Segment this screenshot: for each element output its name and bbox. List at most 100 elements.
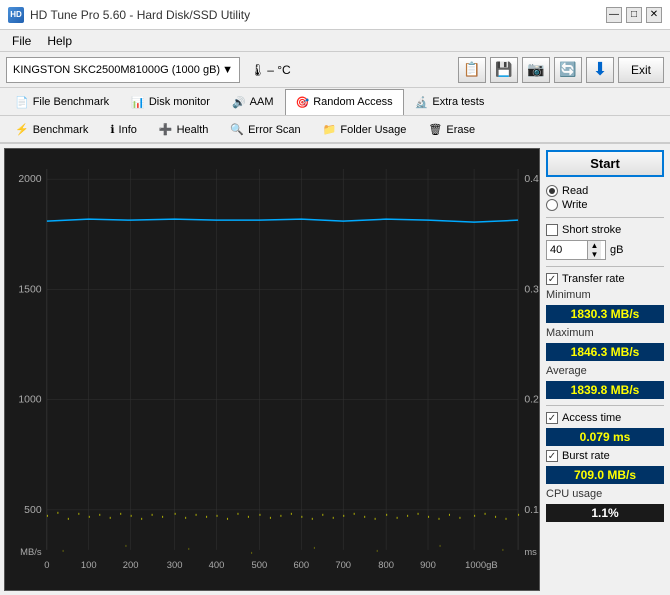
short-stroke-checkbox[interactable]: [546, 224, 558, 236]
svg-text:MB/s: MB/s: [20, 547, 42, 557]
svg-text:900: 900: [420, 560, 436, 570]
svg-text:0.10: 0.10: [524, 505, 539, 516]
benchmark-icon: ⚡: [15, 123, 29, 136]
file-benchmark-icon: 📄: [15, 96, 29, 109]
svg-text:2000: 2000: [18, 174, 42, 185]
svg-text:500: 500: [24, 505, 42, 516]
tab-benchmark[interactable]: ⚡ Benchmark: [4, 116, 99, 142]
tab-error-scan[interactable]: 🔍 Error Scan: [219, 116, 311, 142]
thermometer-icon: 🌡: [250, 63, 265, 77]
info-icon: ℹ: [110, 123, 114, 136]
window-title: HD Tune Pro 5.60 - Hard Disk/SSD Utility: [30, 8, 250, 22]
title-bar: HD HD Tune Pro 5.60 - Hard Disk/SSD Util…: [0, 0, 670, 30]
svg-text:1000: 1000: [18, 395, 42, 406]
maximum-label: Maximum: [546, 327, 664, 339]
toolbar-btn-5[interactable]: ⬇: [586, 57, 614, 83]
toolbar-btn-4[interactable]: 🔄: [554, 57, 582, 83]
menu-help[interactable]: Help: [39, 32, 80, 50]
svg-text:800: 800: [378, 560, 394, 570]
toolbar-btn-1[interactable]: 📋: [458, 57, 486, 83]
tab-erase[interactable]: 🗑 Erase: [417, 116, 486, 142]
window-controls: — □ ✕: [606, 7, 662, 23]
write-radio[interactable]: Write: [546, 199, 664, 211]
stroke-spinbox[interactable]: 40 ▲ ▼: [546, 240, 606, 260]
maximize-button[interactable]: □: [626, 7, 642, 23]
temperature-value: – °C: [267, 63, 290, 77]
spinbox-input[interactable]: 40: [547, 243, 587, 257]
tab-aam[interactable]: 🔊 AAM: [221, 89, 285, 115]
minimize-button[interactable]: —: [606, 7, 622, 23]
exit-button[interactable]: Exit: [618, 57, 664, 83]
minimum-label: Minimum: [546, 289, 664, 301]
random-access-icon: 🎯: [296, 96, 310, 109]
tab-random-access[interactable]: 🎯 Random Access: [285, 89, 404, 115]
device-name: KINGSTON SKC2500M81000G (1000 gB): [13, 64, 220, 76]
average-label: Average: [546, 365, 664, 377]
tab-info[interactable]: ℹ Info: [99, 116, 148, 142]
read-radio-button[interactable]: [546, 185, 558, 197]
access-time-value: 0.079 ms: [546, 428, 664, 446]
temperature-display: 🌡 – °C: [244, 61, 297, 79]
svg-text:600: 600: [293, 560, 309, 570]
svg-text:1000gB: 1000gB: [465, 560, 497, 570]
menu-file[interactable]: File: [4, 32, 39, 50]
chart-area: 2000 1500 1000 500 MB/s 0.40 0.30 0.20 0…: [4, 148, 540, 591]
start-button[interactable]: Start: [546, 150, 664, 177]
toolbar-btn-3[interactable]: 📷: [522, 57, 550, 83]
write-label: Write: [562, 199, 587, 211]
tab-health[interactable]: ➕ Health: [148, 116, 220, 142]
disk-monitor-icon: 📊: [131, 96, 145, 109]
top-tab-bar: 📄 File Benchmark 📊 Disk monitor 🔊 AAM 🎯 …: [0, 88, 670, 116]
write-radio-button[interactable]: [546, 199, 558, 211]
minimum-value: 1830.3 MB/s: [546, 305, 664, 323]
close-button[interactable]: ✕: [646, 7, 662, 23]
read-label: Read: [562, 185, 588, 197]
read-write-group: Read Write: [546, 185, 664, 211]
error-scan-icon: 🔍: [230, 123, 244, 136]
svg-text:300: 300: [167, 560, 183, 570]
toolbar-btn-2[interactable]: 💾: [490, 57, 518, 83]
transfer-rate-checkbox-item[interactable]: ✓ Transfer rate: [546, 273, 664, 285]
burst-rate-checkbox[interactable]: ✓: [546, 450, 558, 462]
access-time-label: Access time: [562, 412, 621, 424]
spinbox-down-arrow[interactable]: ▼: [587, 250, 601, 259]
erase-icon: 🗑: [428, 123, 442, 136]
toolbar: KINGSTON SKC2500M81000G (1000 gB) ▼ 🌡 – …: [0, 52, 670, 88]
svg-text:500: 500: [252, 560, 268, 570]
svg-text:1500: 1500: [18, 285, 42, 296]
bottom-tab-bar: ⚡ Benchmark ℹ Info ➕ Health 🔍 Error Scan…: [0, 116, 670, 144]
folder-usage-icon: 📁: [323, 123, 337, 136]
spinbox-up-arrow[interactable]: ▲: [587, 241, 601, 250]
burst-rate-checkbox-item[interactable]: ✓ Burst rate: [546, 450, 664, 462]
right-panel: Start Read Write Short stroke 40: [540, 144, 670, 595]
cpu-usage-label: CPU usage: [546, 488, 664, 500]
burst-rate-value: 709.0 MB/s: [546, 466, 664, 484]
svg-text:0.30: 0.30: [524, 285, 539, 296]
svg-text:ms: ms: [524, 547, 537, 557]
short-stroke-checkbox-item[interactable]: Short stroke: [546, 224, 664, 236]
maximum-value: 1846.3 MB/s: [546, 343, 664, 361]
svg-text:0.40: 0.40: [524, 174, 539, 185]
svg-text:0.20: 0.20: [524, 395, 539, 406]
tab-disk-monitor[interactable]: 📊 Disk monitor: [120, 89, 221, 115]
read-radio[interactable]: Read: [546, 185, 664, 197]
cpu-usage-value: 1.1%: [546, 504, 664, 522]
tab-file-benchmark[interactable]: 📄 File Benchmark: [4, 89, 120, 115]
access-time-checkbox[interactable]: ✓: [546, 412, 558, 424]
tab-folder-usage[interactable]: 📁 Folder Usage: [312, 116, 418, 142]
extra-tests-icon: 🔬: [415, 96, 429, 109]
access-time-checkbox-item[interactable]: ✓ Access time: [546, 412, 664, 424]
transfer-rate-label: Transfer rate: [562, 273, 625, 285]
device-selector[interactable]: KINGSTON SKC2500M81000G (1000 gB) ▼: [6, 57, 240, 83]
health-icon: ➕: [159, 123, 173, 136]
transfer-rate-checkbox[interactable]: ✓: [546, 273, 558, 285]
svg-text:400: 400: [209, 560, 225, 570]
short-stroke-label: Short stroke: [562, 224, 621, 236]
svg-text:200: 200: [123, 560, 139, 570]
dropdown-arrow-icon: ▼: [222, 64, 233, 76]
tab-extra-tests[interactable]: 🔬 Extra tests: [404, 89, 496, 115]
burst-rate-label: Burst rate: [562, 450, 610, 462]
svg-text:0: 0: [44, 560, 49, 570]
app-icon: HD: [8, 7, 24, 23]
aam-icon: 🔊: [232, 96, 246, 109]
